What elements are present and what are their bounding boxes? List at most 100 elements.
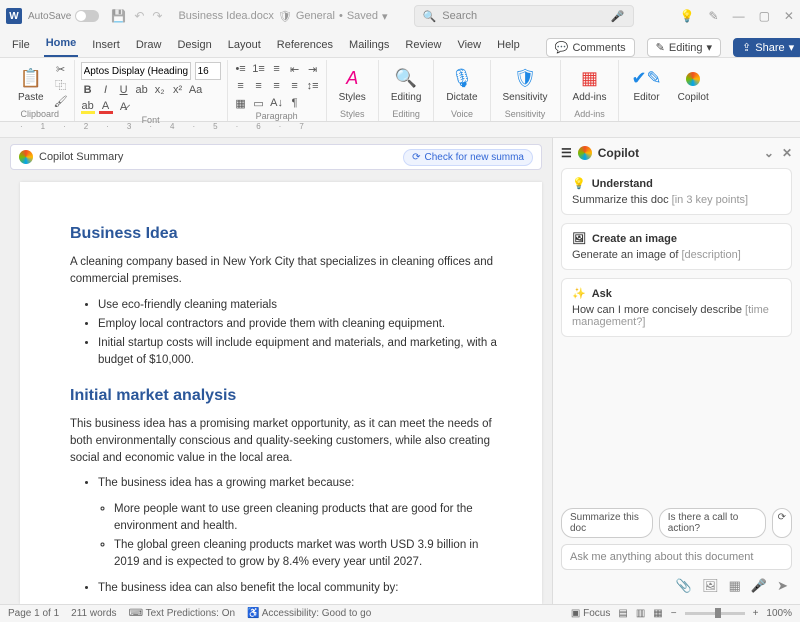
strike-icon[interactable]: ab — [135, 83, 149, 97]
sort-icon[interactable]: A↓ — [270, 96, 284, 110]
menu-home[interactable]: Home — [44, 33, 79, 57]
clear-format-icon[interactable]: A̷ — [117, 100, 131, 114]
focus-mode[interactable]: ▣ Focus — [571, 608, 610, 619]
redo-icon[interactable]: ↷ — [152, 9, 162, 23]
align-center-icon[interactable]: ≡ — [252, 79, 266, 93]
comments-button[interactable]: 💬 Comments — [546, 38, 635, 57]
align-right-icon[interactable]: ≡ — [270, 79, 284, 93]
document-page[interactable]: Business Idea A cleaning company based i… — [20, 182, 542, 604]
search-box[interactable]: 🔍 Search 🎤 — [414, 5, 634, 27]
save-icon[interactable]: 💾 — [111, 9, 126, 23]
lightbulb-icon[interactable]: 💡 — [680, 9, 695, 23]
view-read-icon[interactable]: ▥ — [636, 608, 645, 619]
menu-mailings[interactable]: Mailings — [347, 35, 391, 57]
minimize-icon[interactable]: — — [733, 9, 745, 23]
addins-button[interactable]: ▦Add-ins — [567, 66, 613, 105]
numbering-icon[interactable]: 1≡ — [252, 62, 266, 76]
page-indicator[interactable]: Page 1 of 1 — [8, 608, 59, 619]
copilot-input[interactable]: Ask me anything about this document — [561, 544, 792, 570]
undo-icon[interactable]: ↶ — [134, 9, 144, 23]
justify-icon[interactable]: ≡ — [288, 79, 302, 93]
copilot-card-understand[interactable]: 💡Understand Summarize this doc [in 3 key… — [561, 168, 792, 215]
borders-icon[interactable]: ▭ — [252, 96, 266, 110]
copilot-pane-header: ☰ Copilot ⌄ ✕ — [561, 146, 792, 160]
editing-mode-button[interactable]: ✎ Editing ▾ — [647, 38, 721, 57]
view-print-icon[interactable]: ▤ — [618, 608, 627, 619]
word-count[interactable]: 211 words — [71, 608, 116, 619]
chip-refresh[interactable]: ⟳ — [772, 508, 792, 538]
mic-icon[interactable]: 🎤 — [751, 578, 767, 594]
copilot-footer: Summarize this doc Is there a call to ac… — [561, 508, 792, 596]
check-summary-button[interactable]: ⟳ Check for new summa — [403, 149, 533, 166]
decrease-indent-icon[interactable]: ⇤ — [288, 62, 302, 76]
dictate-button[interactable]: 🎙Dictate — [440, 66, 483, 105]
zoom-out-icon[interactable]: − — [671, 608, 677, 619]
sensitivity-button[interactable]: 🛡Sensitivity — [497, 66, 554, 105]
menu-help[interactable]: Help — [495, 35, 522, 57]
line-spacing-icon[interactable]: ↕≡ — [306, 79, 320, 93]
menu-file[interactable]: File — [10, 35, 32, 57]
zoom-level[interactable]: 100% — [766, 608, 792, 619]
format-painter-icon[interactable]: 🖌 — [54, 94, 68, 108]
share-button[interactable]: ⇪ Share ▾ — [733, 38, 800, 57]
zoom-slider[interactable] — [685, 612, 745, 615]
attach-icon[interactable]: 📎 — [676, 578, 692, 594]
copilot-card-image[interactable]: 🖼Create an image Generate an image of [d… — [561, 223, 792, 270]
styles-button[interactable]: AStyles — [333, 66, 372, 105]
font-color-icon[interactable]: A — [99, 100, 113, 114]
intro-paragraph: A cleaning company based in New York Cit… — [70, 254, 502, 289]
status-bar: Page 1 of 1 211 words ⌨ Text Predictions… — [0, 604, 800, 622]
text-predictions[interactable]: ⌨ Text Predictions: On — [129, 608, 236, 619]
editing-button[interactable]: 🔍Editing — [385, 66, 428, 105]
show-marks-icon[interactable]: ¶ — [288, 96, 302, 110]
document-title[interactable]: Business Idea.docx 🛡 General • Saved ▾ — [178, 10, 387, 23]
menu-insert[interactable]: Insert — [90, 35, 122, 57]
superscript-icon[interactable]: x² — [171, 83, 185, 97]
italic-icon[interactable]: I — [99, 83, 113, 97]
cut-icon[interactable]: ✂ — [54, 62, 68, 76]
mic-icon[interactable]: 🎤 — [611, 10, 625, 23]
font-size-select[interactable] — [195, 62, 221, 80]
font-family-select[interactable] — [81, 62, 191, 80]
bold-icon[interactable]: B — [81, 83, 95, 97]
send-icon[interactable]: ➤ — [777, 578, 788, 594]
menu-draw[interactable]: Draw — [134, 35, 164, 57]
history-icon[interactable]: ✎ — [709, 9, 719, 23]
menu-references[interactable]: References — [275, 35, 335, 57]
increase-indent-icon[interactable]: ⇥ — [306, 62, 320, 76]
accessibility-status[interactable]: ♿ Accessibility: Good to go — [247, 608, 371, 619]
chevron-down-icon[interactable]: ⌄ — [764, 146, 774, 160]
copilot-ribbon-button[interactable]: Copilot — [672, 66, 715, 105]
close-icon[interactable]: ✕ — [782, 146, 792, 160]
underline-icon[interactable]: U — [117, 83, 131, 97]
multilevel-icon[interactable]: ≡ — [270, 62, 284, 76]
view-web-icon[interactable]: ▦ — [653, 608, 662, 619]
subscript-icon[interactable]: x₂ — [153, 83, 167, 97]
case-icon[interactable]: Aa — [189, 83, 203, 97]
menu-design[interactable]: Design — [175, 35, 213, 57]
editor-button[interactable]: ✔✎Editor — [625, 66, 667, 105]
menu-layout[interactable]: Layout — [226, 35, 263, 57]
workspace: Copilot Summary ⟳ Check for new summa Bu… — [0, 138, 800, 604]
copilot-card-ask[interactable]: ✨Ask How can I more concisely describe [… — [561, 278, 792, 337]
align-left-icon[interactable]: ≡ — [234, 79, 248, 93]
clipboard-label: Clipboard — [12, 108, 68, 121]
grid-icon[interactable]: ▦ — [729, 578, 741, 594]
quick-access-toolbar: 💾 ↶ ↷ — [111, 9, 162, 23]
maximize-icon[interactable]: ▢ — [759, 9, 770, 23]
paste-button[interactable]: 📋Paste — [12, 66, 50, 105]
bullets-icon[interactable]: •≡ — [234, 62, 248, 76]
menu-icon[interactable]: ☰ — [561, 146, 572, 160]
menu-view[interactable]: View — [455, 35, 483, 57]
autosave-toggle[interactable]: AutoSave — [28, 10, 99, 22]
chip-call-to-action[interactable]: Is there a call to action? — [659, 508, 766, 538]
copy-icon[interactable]: ⿻ — [54, 78, 68, 92]
close-icon[interactable]: ✕ — [784, 9, 794, 23]
image-icon[interactable]: 🖼 — [702, 578, 719, 594]
menu-review[interactable]: Review — [403, 35, 443, 57]
chip-summarize[interactable]: Summarize this doc — [561, 508, 653, 538]
copilot-summary-bar[interactable]: Copilot Summary ⟳ Check for new summa — [10, 144, 542, 170]
highlight-icon[interactable]: ab — [81, 100, 95, 114]
shading-icon[interactable]: ▦ — [234, 96, 248, 110]
zoom-in-icon[interactable]: + — [753, 608, 759, 619]
